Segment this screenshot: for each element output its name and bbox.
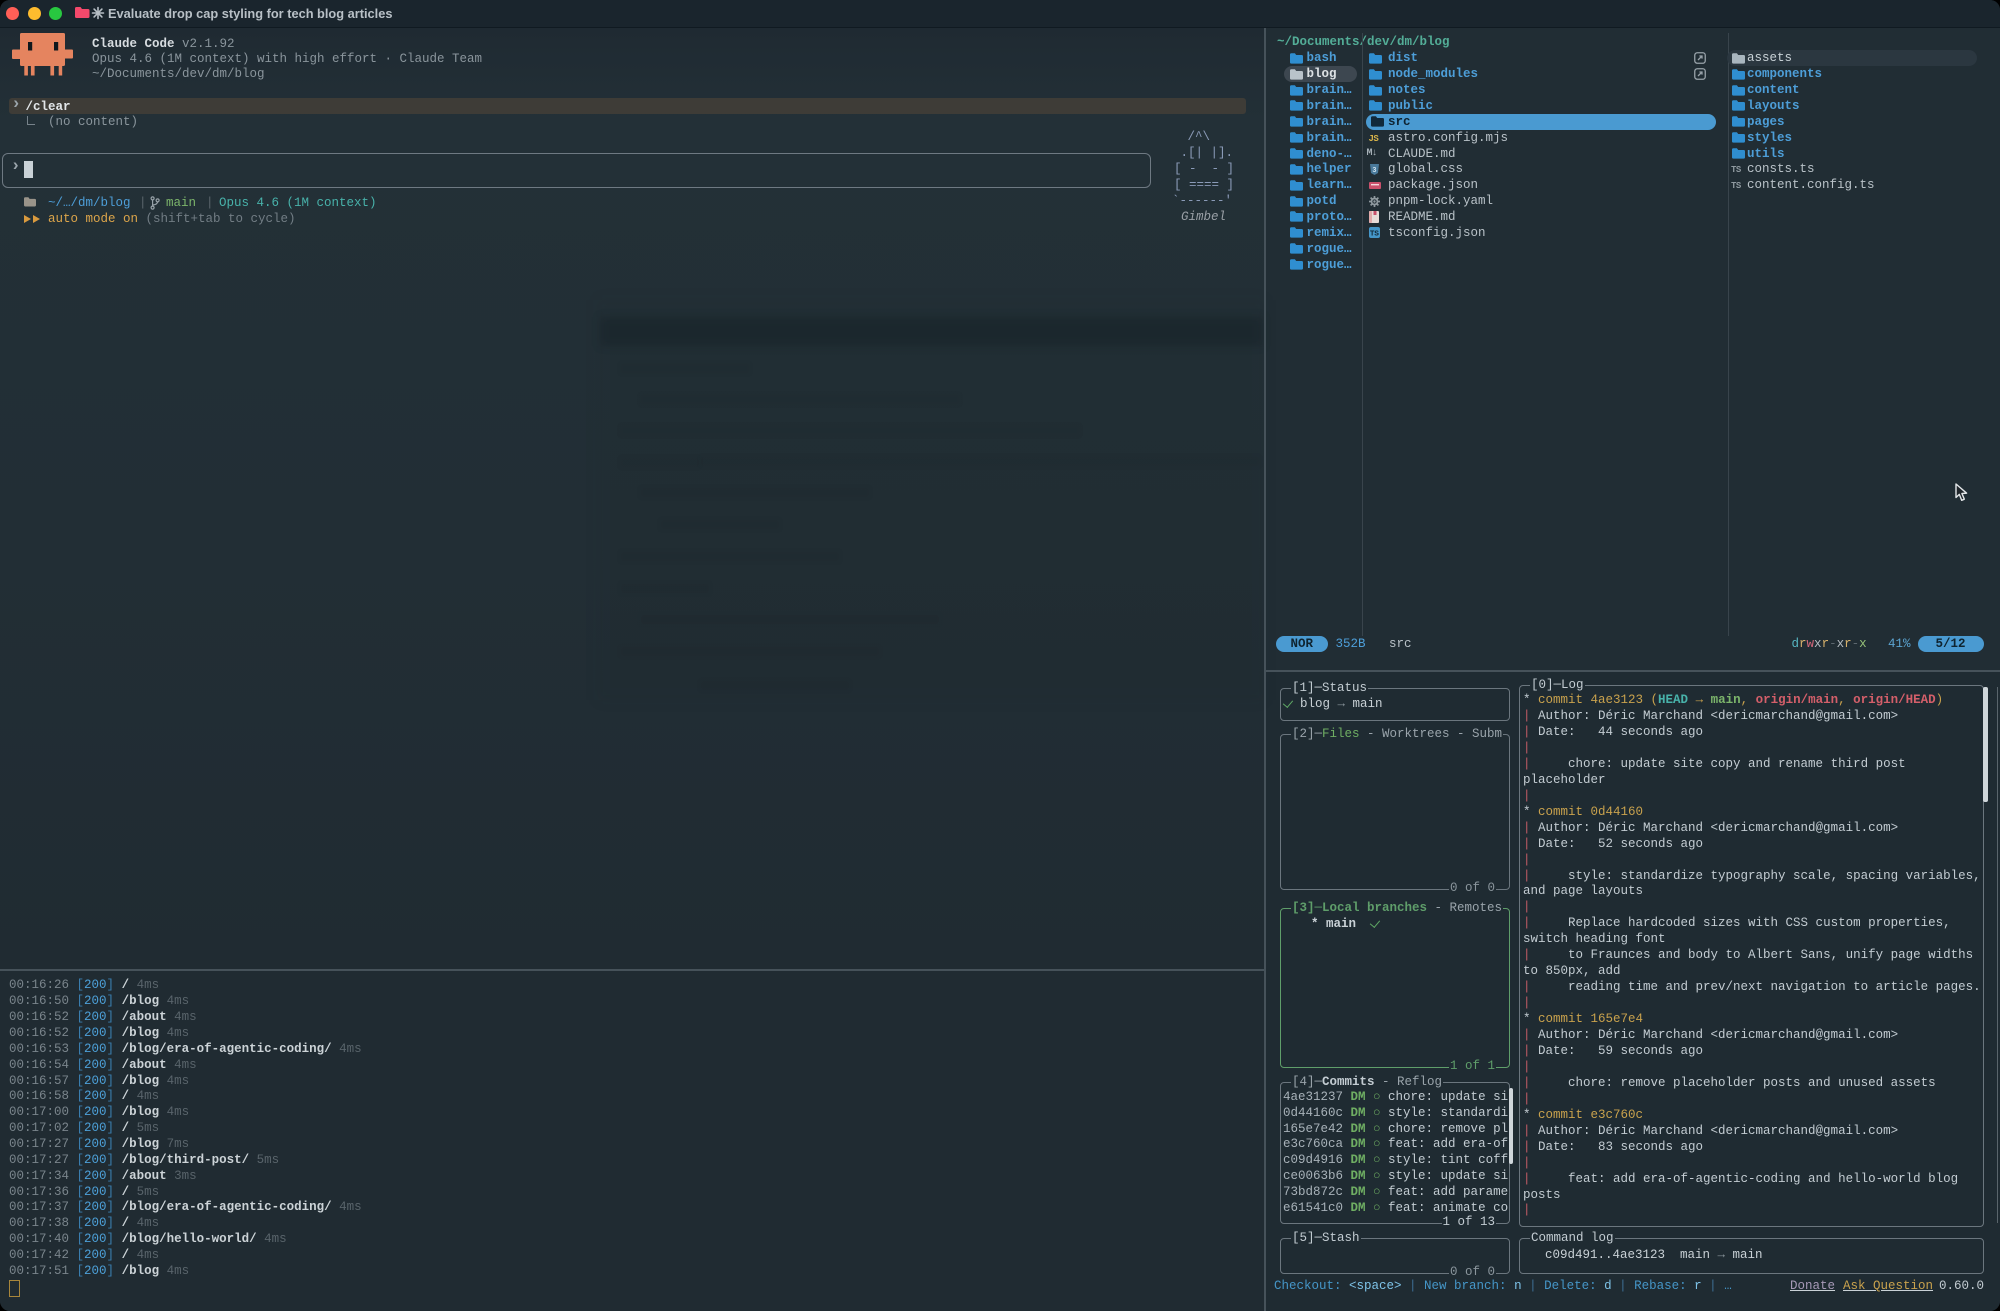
svg-text:TS: TS <box>1370 231 1379 238</box>
svg-text:3: 3 <box>1372 167 1376 174</box>
